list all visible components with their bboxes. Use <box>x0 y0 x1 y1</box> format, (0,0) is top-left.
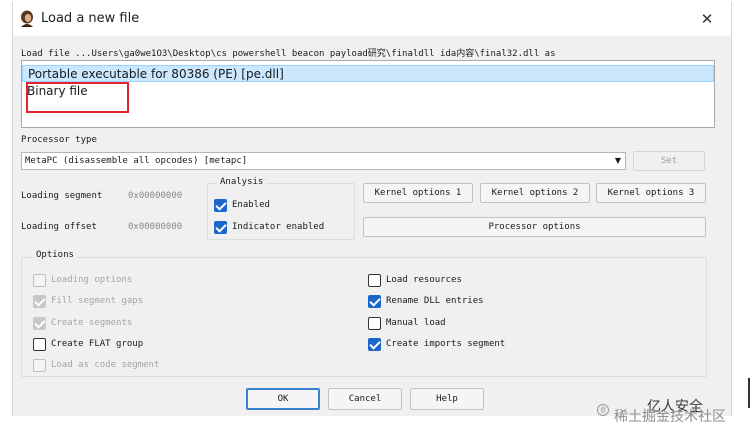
checkbox-checked-icon[interactable] <box>33 295 46 308</box>
kernel-options-1-button[interactable]: Kernel options 1 <box>363 183 473 203</box>
close-icon[interactable]: ✕ <box>697 9 717 29</box>
load-file-dialog: Load a new file ✕ Load file ...Users\ga0… <box>12 2 732 416</box>
watermark-at-icon: @ <box>597 404 609 416</box>
analysis-group-label: Analysis <box>217 177 267 187</box>
kernel-options-3-button[interactable]: Kernel options 3 <box>596 183 706 203</box>
options-group-label: Options <box>33 250 77 260</box>
title-bar: Load a new file ✕ <box>13 2 731 36</box>
load-file-path-label: Load file ...Users\ga0we1O3\Desktop\cs p… <box>21 49 556 59</box>
loading-segment-label: Loading segment <box>21 191 103 201</box>
checkbox-checked-icon[interactable] <box>33 317 46 330</box>
highlight-annotation-box <box>26 82 129 113</box>
loading-options-label: Loading options <box>51 275 133 285</box>
dropdown-arrow-icon[interactable]: ▼ <box>615 153 621 169</box>
checkbox-unchecked-icon[interactable] <box>33 359 46 372</box>
ok-button[interactable]: OK <box>246 388 320 410</box>
help-button[interactable]: Help <box>410 388 484 410</box>
analysis-enabled-label: Enabled <box>232 200 270 210</box>
load-as-code-segment-label: Load as code segment <box>51 360 160 370</box>
processor-type-label: Processor type <box>21 135 97 145</box>
create-imports-segment-label: Create imports segment <box>386 339 506 349</box>
processor-options-button[interactable]: Processor options <box>363 217 706 237</box>
file-format-item-pe[interactable]: Portable executable for 80386 (PE) [pe.d… <box>22 65 714 82</box>
loading-segment-field[interactable]: 0x00000000 <box>128 191 182 201</box>
checkbox-checked-icon[interactable] <box>368 338 381 351</box>
rename-dll-entries-label: Rename DLL entries <box>386 296 484 306</box>
watermark-community: 稀土掘金技术社区 <box>614 409 726 425</box>
processor-type-select[interactable]: MetaPC (disassemble all opcodes) [metapc… <box>21 152 626 170</box>
checkbox-checked-icon[interactable] <box>214 221 227 234</box>
processor-type-value: MetaPC (disassemble all opcodes) [metapc… <box>25 156 248 166</box>
cancel-button[interactable]: Cancel <box>328 388 402 410</box>
create-flat-group-label: Create FLAT group <box>51 339 144 349</box>
checkbox-unchecked-icon[interactable] <box>33 274 46 287</box>
checkbox-unchecked-icon[interactable] <box>368 274 381 287</box>
checkbox-checked-icon[interactable] <box>368 295 381 308</box>
set-processor-button[interactable]: Set <box>633 151 705 171</box>
checkbox-unchecked-icon[interactable] <box>368 317 381 330</box>
window-title: Load a new file <box>41 11 140 26</box>
manual-load-label: Manual load <box>386 318 446 328</box>
edge-divider <box>748 378 750 408</box>
checkbox-checked-icon[interactable] <box>214 199 227 212</box>
fill-segment-gaps-label: Fill segment gaps <box>51 296 144 306</box>
create-segments-label: Create segments <box>51 318 133 328</box>
ida-app-icon <box>21 10 33 27</box>
checkbox-unchecked-icon[interactable] <box>33 338 46 351</box>
indicator-enabled-label: Indicator enabled <box>232 222 325 232</box>
loading-offset-field[interactable]: 0x00000000 <box>128 222 182 232</box>
load-resources-label: Load resources <box>386 275 462 285</box>
kernel-options-2-button[interactable]: Kernel options 2 <box>480 183 590 203</box>
loading-offset-label: Loading offset <box>21 222 97 232</box>
